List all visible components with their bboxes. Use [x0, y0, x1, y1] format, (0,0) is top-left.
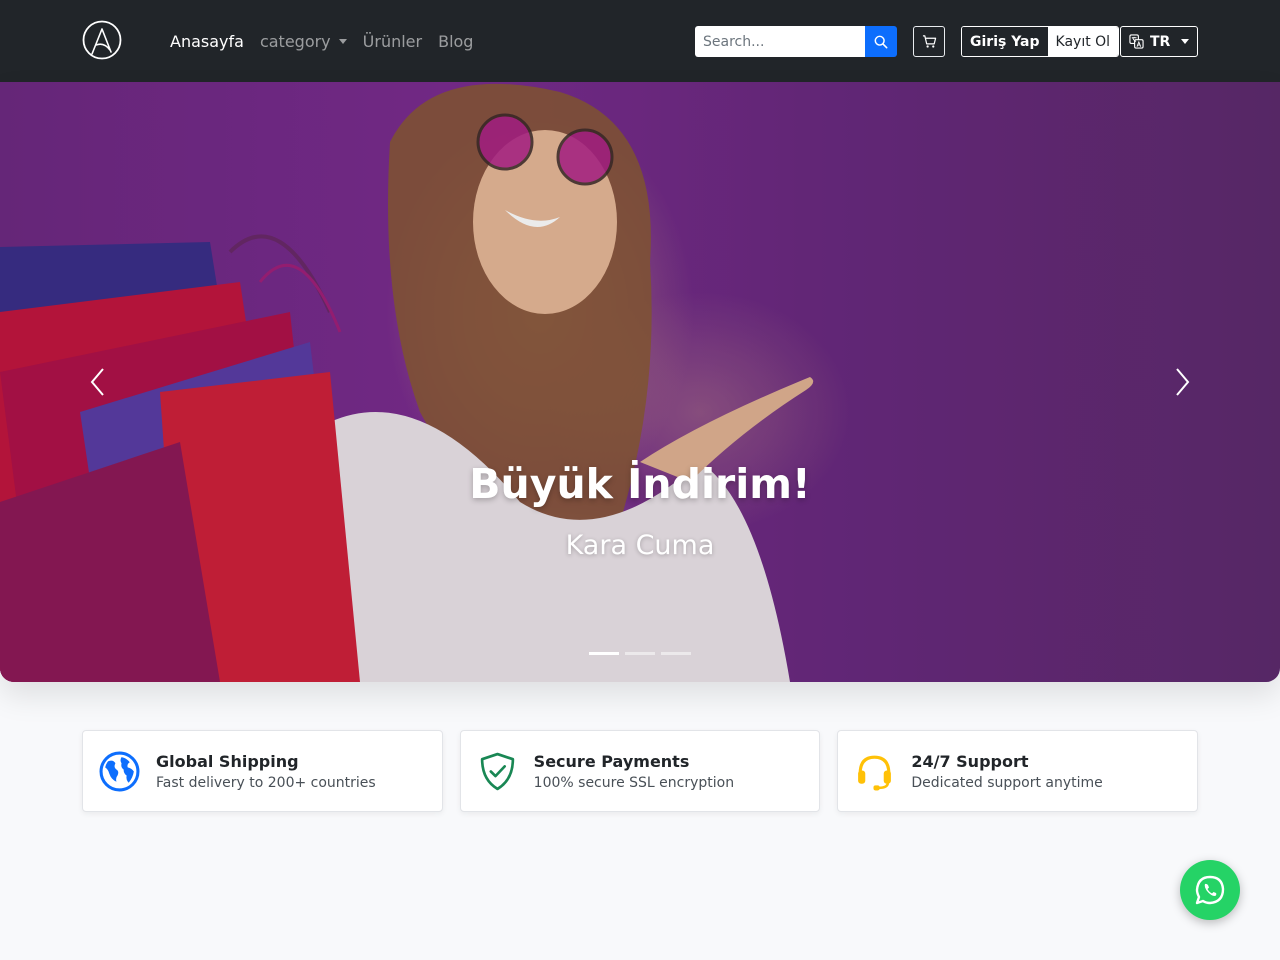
features-row: Global Shipping Fast delivery to 200+ co… [82, 730, 1199, 812]
whatsapp-icon [1195, 875, 1225, 905]
nav-link-category-label: category [259, 31, 331, 51]
feature-title: 24/7 Support [911, 751, 1029, 771]
feature-text: 24/7 Support Dedicated support anytime [911, 752, 1102, 791]
feature-card-shipping: Global Shipping Fast delivery to 200+ co… [82, 730, 443, 812]
search-input[interactable] [695, 26, 865, 57]
nav-link-blog[interactable]: Blog [438, 32, 473, 51]
register-button[interactable]: Kayıt Ol [1047, 27, 1119, 56]
login-button[interactable]: Giriş Yap [962, 27, 1048, 56]
hero-title: Büyük İndirim! [469, 460, 811, 508]
whatsapp-button[interactable] [1180, 860, 1240, 920]
feature-title: Secure Payments [533, 751, 690, 771]
feature-text: Global Shipping Fast delivery to 200+ co… [156, 752, 376, 791]
globe-icon [99, 751, 140, 792]
cart-icon [922, 35, 936, 48]
chevron-right-icon [1176, 368, 1190, 396]
feature-description: Dedicated support anytime [911, 774, 1103, 791]
carousel-indicator-1[interactable] [589, 652, 619, 655]
carousel-indicator-3[interactable] [661, 652, 691, 655]
search-button[interactable] [865, 26, 897, 57]
hero-carousel: Büyük İndirim! Kara Cuma [0, 82, 1280, 682]
carousel-indicator-2[interactable] [625, 652, 655, 655]
nav-link-home[interactable]: Anasayfa [170, 32, 244, 51]
hero-subtitle: Kara Cuma [565, 530, 715, 561]
chevron-down-icon [338, 38, 347, 44]
language-dropdown[interactable]: TR [1120, 26, 1198, 57]
carousel-next-button[interactable] [1168, 364, 1198, 400]
main-nav: Anasayfa category Ürünler Blog [170, 0, 473, 82]
nav-link-products[interactable]: Ürünler [363, 32, 422, 51]
chevron-left-icon [90, 368, 104, 396]
brand-logo-icon[interactable] [82, 20, 122, 60]
nav-link-category[interactable]: category [260, 32, 347, 51]
headset-icon [854, 751, 895, 792]
feature-text: Secure Payments 100% secure SSL encrypti… [534, 752, 734, 791]
navbar: Anasayfa category Ürünler Blog Giriş Yap… [0, 0, 1280, 82]
hero-overlay [0, 82, 1280, 682]
feature-description: 100% secure SSL encryption [533, 774, 735, 791]
chevron-down-icon [1181, 39, 1189, 44]
feature-card-support: 24/7 Support Dedicated support anytime [837, 730, 1199, 812]
feature-title: Global Shipping [156, 751, 299, 771]
carousel-indicators [589, 652, 691, 655]
carousel-prev-button[interactable] [82, 364, 112, 400]
cart-button[interactable] [913, 26, 945, 57]
translate-icon [1129, 34, 1144, 49]
auth-buttons: Giriş Yap Kayıt Ol [961, 26, 1120, 57]
search-icon [874, 35, 888, 48]
shield-check-icon [477, 751, 518, 792]
language-label: TR [1150, 33, 1171, 50]
feature-card-payments: Secure Payments 100% secure SSL encrypti… [459, 730, 821, 812]
search-form [695, 26, 897, 57]
feature-description: Fast delivery to 200+ countries [156, 774, 376, 791]
